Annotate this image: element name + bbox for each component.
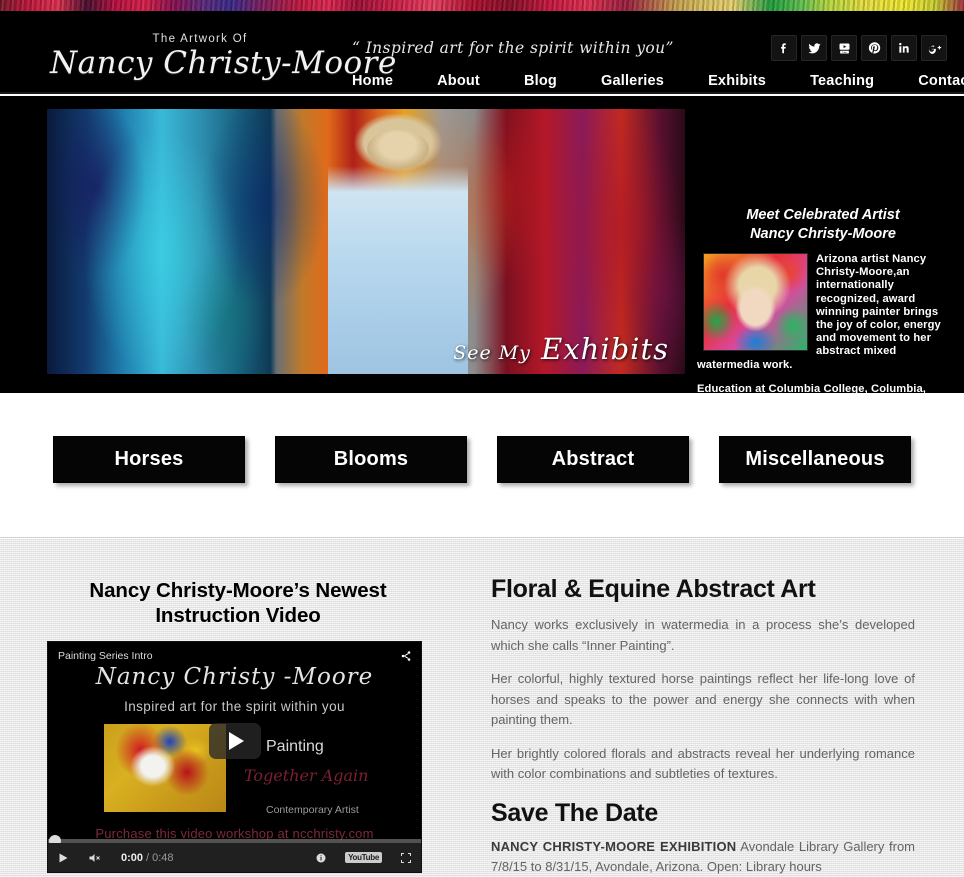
site-logo[interactable]: The Artwork Of Nancy Christy-Moore (50, 33, 397, 81)
artist-bio-title-line2: Nancy Christy-Moore (750, 226, 896, 242)
gallery-button-miscellaneous[interactable]: Miscellaneous (719, 436, 911, 483)
nav-item-contact[interactable]: Contact (896, 73, 964, 89)
nav-item-home[interactable]: Home (330, 73, 415, 89)
gallery-links-section: Horses Blooms Abstract Miscellaneous (0, 393, 964, 538)
social-links: Tube (771, 35, 947, 61)
hero-overlay-script: Exhibits (541, 332, 669, 366)
article-paragraph-2: Her colorful, highly textured horse pain… (491, 671, 915, 727)
play-button-overlay[interactable] (208, 722, 261, 759)
svg-text:Tube: Tube (842, 51, 848, 53)
event-list: NANCY CHRISTY-MOORE EXHIBITION Avondale … (491, 837, 915, 877)
video-heading: Nancy Christy-Moore’s Newest Instruction… (89, 579, 387, 627)
googleplus-icon[interactable] (921, 35, 947, 61)
gallery-button-horses[interactable]: Horses (53, 436, 245, 483)
main-navigation: Home About Blog Galleries Exhibits Teach… (330, 73, 964, 89)
site-tagline: “ Inspired art for the spirit within you… (352, 39, 674, 57)
play-icon[interactable] (48, 852, 78, 864)
hero-artist-photo[interactable]: See My Exhibits (47, 109, 685, 374)
article-column: Floral & Equine Abstract Art Nancy works… (491, 575, 915, 877)
linkedin-icon[interactable] (891, 35, 917, 61)
gallery-button-abstract[interactable]: Abstract (497, 436, 689, 483)
artist-bio-title: Meet Celebrated Artist Nancy Christy-Moo… (697, 206, 949, 244)
facebook-icon[interactable] (771, 35, 797, 61)
nav-item-exhibits[interactable]: Exhibits (686, 73, 788, 89)
page-root: The Artwork Of Nancy Christy-Moore “ Ins… (0, 0, 964, 877)
nav-item-galleries[interactable]: Galleries (579, 73, 686, 89)
video-time-separator: / (146, 851, 150, 864)
hero-artist-figure (327, 114, 469, 374)
video-slate-name: Nancy Christy -Moore (95, 664, 374, 690)
article-paragraph-1: Nancy works exclusively in watermedia in… (491, 617, 915, 653)
video-slate-painting-label: Painting (266, 738, 324, 755)
nav-item-blog[interactable]: Blog (502, 73, 579, 89)
video-slate-tagline: Inspired art for the spirit within you (124, 699, 345, 714)
video-controls-bar: 0:00 / 0:48 YouTube (48, 843, 421, 872)
pinterest-icon[interactable] (861, 35, 887, 61)
artist-bio-title-line1: Meet Celebrated Artist (746, 207, 900, 223)
site-header: The Artwork Of Nancy Christy-Moore “ Ins… (0, 11, 964, 94)
youtube-icon[interactable]: Tube (831, 35, 857, 61)
twitter-icon[interactable] (801, 35, 827, 61)
bottom-content-section: Nancy Christy-Moore’s Newest Instruction… (0, 539, 964, 877)
nav-item-teaching[interactable]: Teaching (788, 73, 896, 89)
nav-item-about[interactable]: About (415, 73, 502, 89)
mute-icon[interactable] (78, 852, 112, 864)
video-player-title: Painting Series Intro (58, 650, 153, 662)
hero-overlay-small: See My (453, 342, 531, 364)
video-total-time: 0:48 (152, 851, 174, 864)
hero-exhibits-overlay[interactable]: See My Exhibits (453, 332, 669, 366)
youtube-logo-label: YouTube (345, 852, 382, 863)
fullscreen-icon[interactable] (391, 852, 421, 864)
article-title: Floral & Equine Abstract Art (491, 575, 816, 603)
info-icon[interactable] (306, 852, 336, 864)
decorative-art-strip (0, 0, 964, 11)
video-time-display: 0:00 / 0:48 (112, 852, 183, 864)
save-the-date-title: Save The Date (491, 798, 659, 827)
event-name: NANCY CHRISTY-MOORE EXHIBITION (491, 838, 737, 854)
video-slate-contemporary-label: Contemporary Artist (266, 804, 359, 816)
video-column: Nancy Christy-Moore’s Newest Instruction… (47, 578, 429, 873)
gallery-button-blooms[interactable]: Blooms (275, 436, 467, 483)
video-current-time: 0:00 (121, 851, 144, 864)
hero-section: See My Exhibits Meet Celebrated Artist N… (0, 96, 964, 461)
logo-name: Nancy Christy-Moore (50, 45, 397, 81)
youtube-logo-icon[interactable]: YouTube (336, 852, 391, 863)
event-item: NANCY CHRISTY-MOORE EXHIBITION Avondale … (491, 839, 915, 875)
video-player[interactable]: Painting Series Intro Nancy Christy -Moo… (47, 641, 422, 873)
gallery-button-row: Horses Blooms Abstract Miscellaneous (0, 436, 964, 483)
article-paragraph-3: Her brightly colored florals and abstrac… (491, 745, 915, 782)
artist-portrait-thumbnail (703, 253, 808, 351)
logo-subtitle: The Artwork Of (152, 33, 248, 45)
video-slate-together-label: Together Again (244, 766, 369, 785)
